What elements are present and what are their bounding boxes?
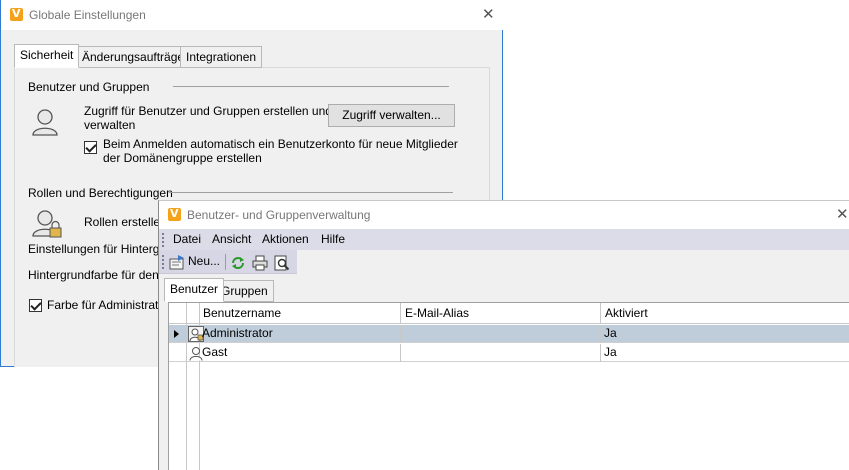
- column-active[interactable]: Aktiviert: [600, 303, 849, 324]
- toolbar-grip[interactable]: [162, 255, 165, 269]
- current-row-indicator-icon: [174, 330, 179, 338]
- tab-integrations[interactable]: Integrationen: [180, 46, 263, 68]
- column-username[interactable]: Benutzername: [199, 303, 400, 324]
- tab-change-orders[interactable]: Änderungsaufträge: [76, 46, 191, 68]
- auto-account-label-line1: Beim Anmelden automatisch ein Benutzerko…: [103, 137, 458, 151]
- menu-grip[interactable]: [162, 233, 165, 247]
- toolbar-separator: [225, 254, 226, 270]
- menu-bar: Datei Ansicht Aktionen Hilfe: [159, 229, 849, 250]
- tab-users[interactable]: Benutzer: [164, 278, 225, 302]
- table-header: Benutzername E-Mail-Alias Aktiviert: [169, 303, 849, 324]
- menu-help[interactable]: Hilfe: [321, 232, 345, 246]
- close-icon[interactable]: ✕: [836, 207, 849, 222]
- admin-color-label: Farbe für Administrato: [47, 298, 166, 312]
- group-divider: [173, 86, 449, 87]
- roles-description: Rollen erstellen: [84, 215, 167, 229]
- menu-view[interactable]: Ansicht: [212, 232, 251, 246]
- users-groups-heading: Benutzer und Gruppen: [28, 80, 150, 94]
- cell-active: Ja: [600, 344, 849, 362]
- menu-file[interactable]: Datei: [173, 232, 201, 246]
- background-color-label: Hintergrundfarbe für den A: [28, 268, 170, 282]
- group-divider: [169, 192, 453, 193]
- window-title: Globale Einstellungen: [29, 8, 146, 22]
- menu-actions[interactable]: Aktionen: [262, 232, 309, 246]
- vault-app-icon: [10, 7, 23, 21]
- toolbar: Neu...: [159, 250, 297, 274]
- table-row[interactable]: Administrator Ja: [169, 325, 849, 343]
- users-groups-description-line1: Zugriff für Benutzer und Gruppen erstell…: [84, 104, 332, 118]
- cell-active: Ja: [600, 325, 849, 343]
- new-user-icon: [169, 255, 184, 270]
- title-bar[interactable]: Benutzer- und Gruppenverwaltung ✕: [159, 201, 849, 229]
- close-icon[interactable]: ✕: [482, 7, 495, 22]
- cell-email-alias: [400, 325, 600, 343]
- refresh-icon[interactable]: [230, 254, 246, 272]
- roles-heading: Rollen und Berechtigungen: [28, 186, 173, 200]
- column-email-alias[interactable]: E-Mail-Alias: [400, 303, 600, 324]
- users-groups-description-line2: verwalten: [84, 118, 136, 132]
- table-row[interactable]: Gast Ja: [169, 344, 849, 362]
- window-title: Benutzer- und Gruppenverwaltung: [187, 208, 371, 222]
- cell-username: Gast: [202, 345, 228, 359]
- manage-access-button[interactable]: Zugriff verwalten...: [328, 104, 455, 127]
- vault-app-icon: [168, 207, 181, 221]
- users-table: Benutzername E-Mail-Alias Aktiviert Admi…: [168, 302, 849, 470]
- user-management-window: Benutzer- und Gruppenverwaltung ✕ Datei …: [158, 200, 849, 470]
- admin-color-checkbox[interactable]: [29, 299, 42, 312]
- print-icon[interactable]: [252, 254, 268, 272]
- print-preview-icon[interactable]: [274, 254, 290, 272]
- new-button[interactable]: Neu...: [169, 253, 221, 271]
- tab-security[interactable]: Sicherheit: [14, 44, 80, 68]
- users-groups-icon: [32, 109, 58, 136]
- cell-email-alias: [400, 344, 600, 362]
- auto-account-label-line2: der Domänengruppe erstellen: [103, 151, 262, 165]
- background-settings-label: Einstellungen für Hintergru: [28, 242, 171, 256]
- auto-account-checkbox[interactable]: [84, 141, 97, 154]
- cell-username: Administrator: [202, 326, 273, 340]
- roles-lock-icon: [32, 210, 62, 238]
- new-button-label: Neu...: [188, 254, 221, 268]
- title-bar[interactable]: Globale Einstellungen ✕: [1, 0, 503, 30]
